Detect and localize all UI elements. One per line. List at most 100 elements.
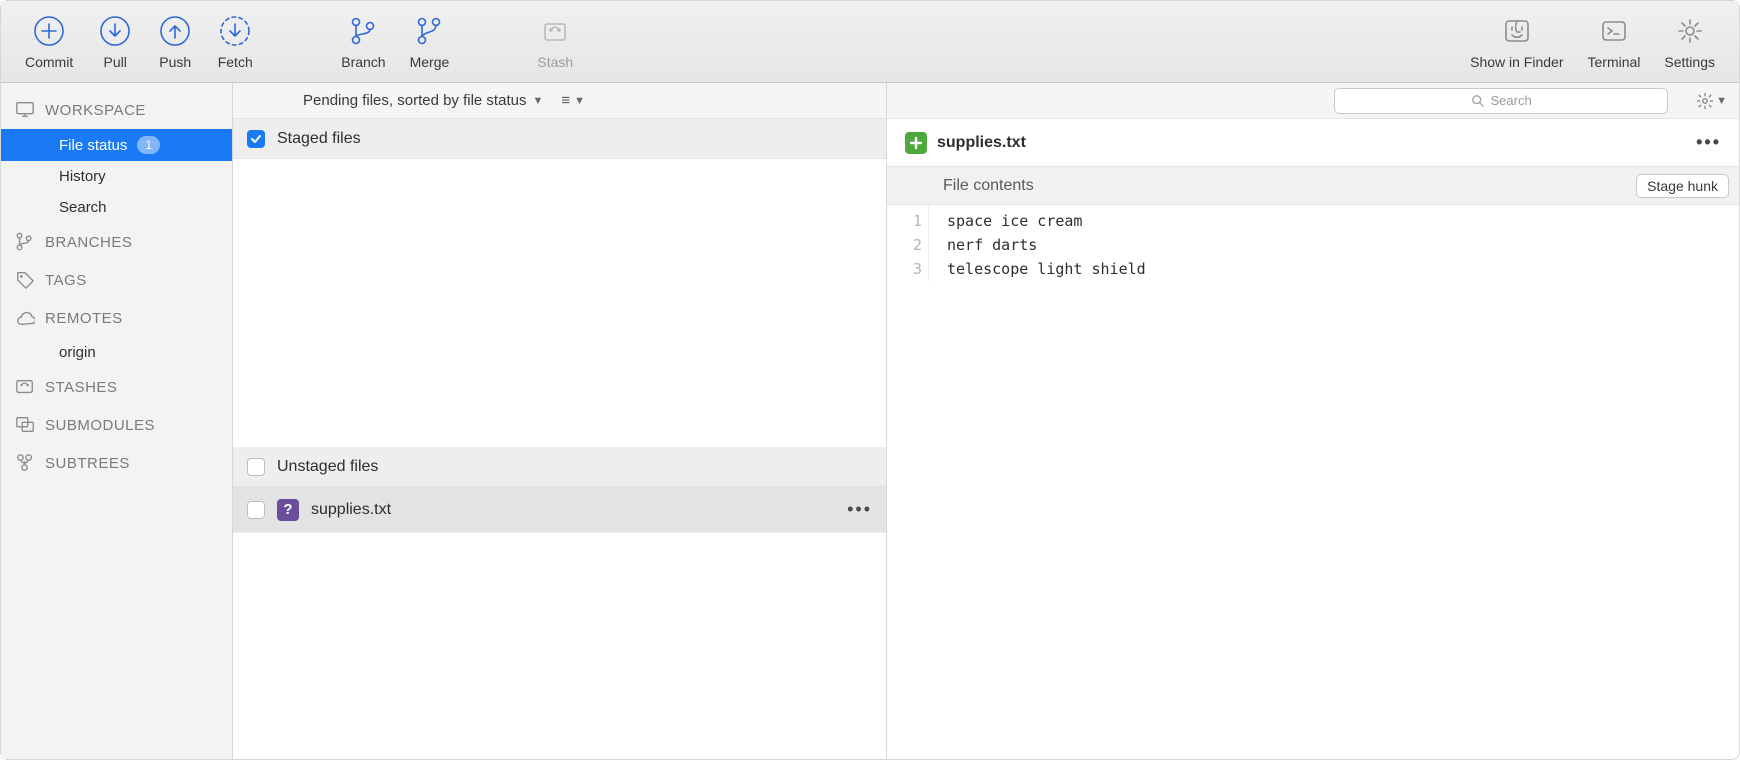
cloud-icon: [15, 307, 35, 329]
gear-icon: [1696, 92, 1714, 110]
toolbar-fetch-button[interactable]: Fetch: [205, 14, 265, 70]
monitor-icon: [15, 99, 35, 121]
sidebar-item-label: Search: [59, 199, 107, 216]
toolbar-label: Commit: [25, 54, 73, 70]
list-view-toggle[interactable]: ≡ ▼: [561, 92, 585, 109]
stage-hunk-button[interactable]: Stage hunk: [1636, 174, 1729, 198]
diff-file-header: supplies.txt •••: [887, 119, 1739, 167]
branch-icon: [346, 14, 380, 48]
toolbar-label: Stash: [537, 54, 573, 70]
branch-icon: [15, 231, 35, 253]
main-area: WORKSPACE File status 1 History Search BRANCH…: [1, 83, 1739, 759]
file-sort-dropdown[interactable]: Pending files, sorted by file status ▼: [303, 92, 543, 109]
sidebar-item-history[interactable]: History: [1, 161, 232, 192]
sidebar-section-remotes[interactable]: REMOTES: [1, 299, 232, 337]
toolbar-push-button[interactable]: Push: [145, 14, 205, 70]
line-number: 3: [887, 257, 922, 281]
sidebar-section-tags[interactable]: TAGS: [1, 261, 232, 299]
diff-file-more-button[interactable]: •••: [1696, 132, 1721, 153]
file-row[interactable]: ?supplies.txt•••: [233, 487, 886, 533]
file-status-unknown-icon: ?: [277, 499, 299, 521]
stash-icon: [538, 14, 572, 48]
sidebar-item-file-status[interactable]: File status 1: [1, 129, 232, 161]
sidebar-section-workspace[interactable]: WORKSPACE: [1, 91, 232, 129]
sidebar-item-search[interactable]: Search: [1, 192, 232, 223]
sidebar-item-label: origin: [59, 344, 96, 361]
tag-icon: [15, 269, 35, 291]
toolbar-label: Terminal: [1588, 54, 1641, 70]
toolbar-pull-button[interactable]: Pull: [85, 14, 145, 70]
sidebar-section-stashes[interactable]: STASHES: [1, 368, 232, 406]
toolbar-branch-button[interactable]: Branch: [329, 14, 397, 70]
search-input[interactable]: Search: [1334, 88, 1668, 114]
merge-icon: [412, 14, 446, 48]
toolbar-merge-button[interactable]: Merge: [398, 14, 462, 70]
sidebar-item-origin[interactable]: origin: [1, 337, 232, 368]
down-circle-icon: [98, 14, 132, 48]
submodule-icon: [15, 414, 35, 436]
sidebar-section-title: SUBMODULES: [45, 417, 155, 434]
code-line: space ice cream: [947, 209, 1146, 233]
hunk-label: File contents: [943, 177, 1034, 195]
staged-files-label: Staged files: [277, 130, 361, 148]
sidebar-item-label: History: [59, 168, 106, 185]
staged-files-header: Staged files: [233, 119, 886, 159]
sidebar-section-title: STASHES: [45, 379, 117, 396]
code-line: telescope light shield: [947, 257, 1146, 281]
toolbar-label: Settings: [1664, 54, 1715, 70]
file-list-filter-bar: Pending files, sorted by file status ▼ ≡…: [233, 83, 886, 119]
staged-checkbox[interactable]: [247, 130, 265, 148]
line-numbers: 123: [887, 205, 929, 281]
file-sort-label: Pending files, sorted by file status: [303, 92, 526, 109]
code-line: nerf darts: [947, 233, 1146, 257]
line-number: 1: [887, 209, 922, 233]
unstaged-files-header: Unstaged files: [233, 447, 886, 487]
code-lines: space ice creamnerf dartstelescope light…: [929, 205, 1146, 281]
toolbar-commit-button[interactable]: Commit: [13, 14, 85, 70]
diff-options-button[interactable]: ▼: [1696, 92, 1727, 110]
sidebar-item-label: File status: [59, 137, 127, 154]
search-icon: [1471, 94, 1485, 108]
toolbar: Commit Pull Push Fetch BranchMerge Stash Show…: [1, 1, 1739, 83]
diff-panel: Search ▼ supplies.txt ••• File contents …: [887, 83, 1739, 759]
settings-icon: [1673, 14, 1707, 48]
unstaged-files-label: Unstaged files: [277, 458, 378, 476]
count-badge: 1: [137, 136, 160, 154]
toolbar-show-in-finder-button[interactable]: Show in Finder: [1458, 14, 1575, 70]
sidebar-section-branches[interactable]: BRANCHES: [1, 223, 232, 261]
toolbar-terminal-button[interactable]: Terminal: [1576, 14, 1653, 70]
sidebar-section-title: WORKSPACE: [45, 102, 146, 119]
sidebar-section-title: SUBTREES: [45, 455, 130, 472]
file-list-panel: Pending files, sorted by file status ▼ ≡…: [233, 83, 887, 759]
toolbar-label: Fetch: [218, 54, 253, 70]
toolbar-label: Push: [159, 54, 191, 70]
toolbar-label: Pull: [104, 54, 127, 70]
diff-toolbar: Search ▼: [887, 83, 1739, 119]
sidebar-section-submodules[interactable]: SUBMODULES: [1, 406, 232, 444]
sidebar: WORKSPACE File status 1 History Search BRANCH…: [1, 83, 233, 759]
chevron-down-icon: ▼: [532, 95, 543, 107]
stash-icon: [15, 376, 35, 398]
up-circle-icon: [158, 14, 192, 48]
plus-circle-icon: [32, 14, 66, 48]
subtree-icon: [15, 452, 35, 474]
list-icon: ≡: [561, 92, 570, 109]
chevron-down-icon: ▼: [574, 95, 585, 107]
toolbar-stash-button[interactable]: Stash: [525, 14, 585, 70]
sidebar-section-title: REMOTES: [45, 310, 123, 327]
sidebar-section-subtrees[interactable]: SUBTREES: [1, 444, 232, 482]
terminal-icon: [1597, 14, 1631, 48]
toolbar-settings-button[interactable]: Settings: [1652, 14, 1727, 70]
staged-files-list: [233, 159, 886, 447]
finder-icon: [1500, 14, 1534, 48]
diff-file-name: supplies.txt: [937, 134, 1026, 152]
file-more-button[interactable]: •••: [847, 499, 872, 520]
toolbar-label: Show in Finder: [1470, 54, 1563, 70]
sidebar-section-title: TAGS: [45, 272, 87, 289]
search-placeholder: Search: [1491, 93, 1532, 108]
file-checkbox[interactable]: [247, 501, 265, 519]
unstaged-checkbox[interactable]: [247, 458, 265, 476]
unstaged-files-list: ?supplies.txt•••: [233, 487, 886, 533]
chevron-down-icon: ▼: [1716, 95, 1727, 107]
hunk-header: File contents Stage hunk: [887, 167, 1739, 205]
